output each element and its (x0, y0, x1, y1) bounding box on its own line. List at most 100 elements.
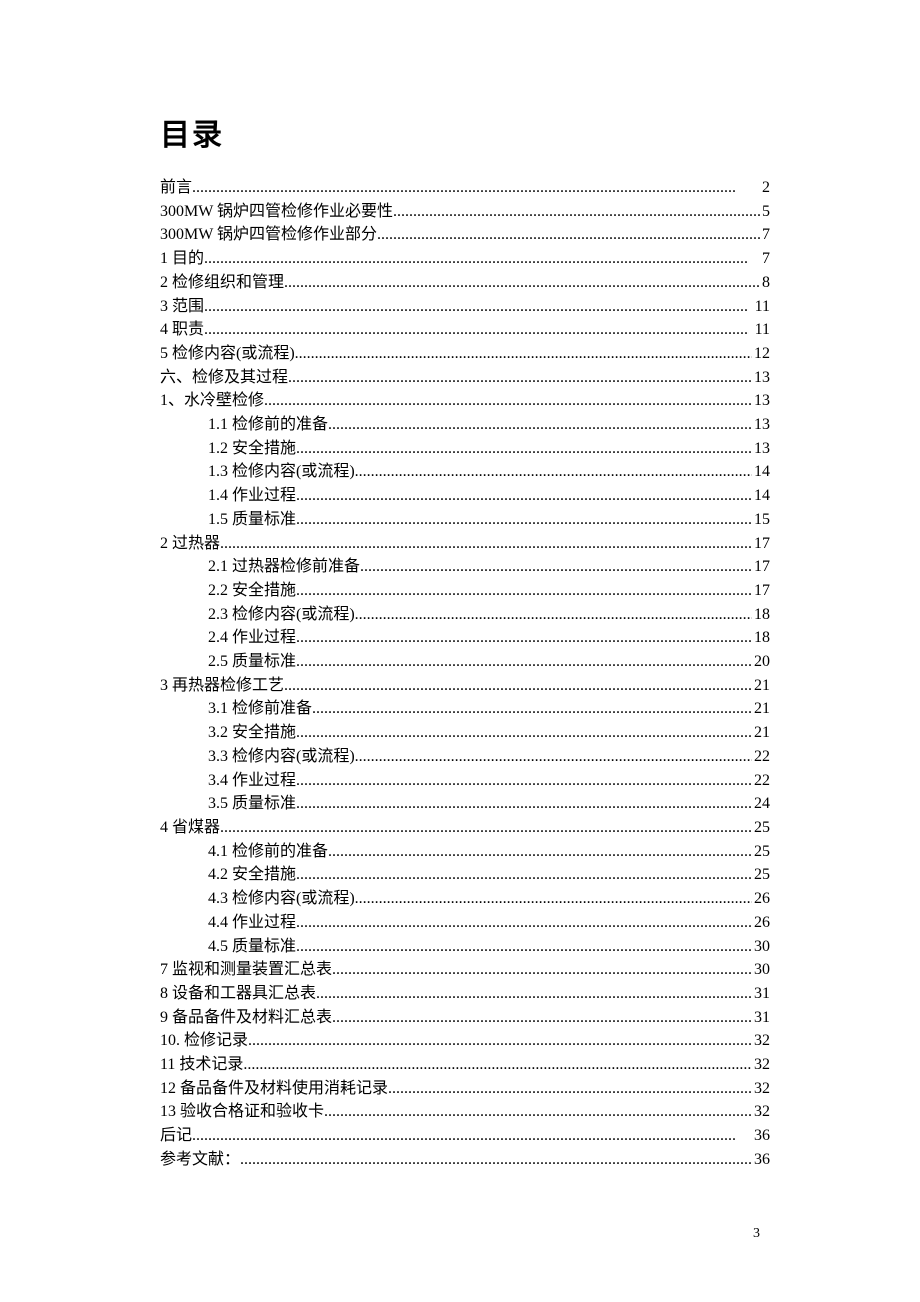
toc-dot-leader (355, 745, 752, 769)
toc-dot-leader (296, 863, 752, 887)
toc-dot-leader (296, 484, 752, 508)
toc-entry-label: 2.3 检修内容(或流程) (208, 603, 355, 627)
toc-entry-label: 4.1 检修前的准备 (208, 840, 328, 864)
page-number: 3 (753, 1226, 760, 1242)
toc-entry: 8 设备和工器具汇总表31 (160, 982, 770, 1006)
toc-entry-page: 18 (752, 603, 770, 627)
toc-entry-page: 17 (752, 579, 770, 603)
toc-entry-page: 26 (752, 911, 770, 935)
toc-entry: 2 检修组织和管理8 (160, 271, 770, 295)
toc-entry-label: 8 设备和工器具汇总表 (160, 982, 316, 1006)
toc-dot-leader (360, 555, 752, 579)
toc-entry-label: 后记 (160, 1124, 192, 1148)
toc-entry: 9 备品备件及材料汇总表31 (160, 1006, 770, 1030)
toc-entry: 4.5 质量标准30 (160, 935, 770, 959)
toc-heading: 目录 (160, 110, 770, 154)
toc-dot-leader (284, 271, 760, 295)
toc-entry: 3.4 作业过程22 (160, 769, 770, 793)
toc-entry-label: 3.4 作业过程 (208, 769, 296, 793)
toc-entry: 2.1 过热器检修前准备 17 (160, 555, 770, 579)
toc-entry-page: 26 (752, 887, 770, 911)
toc-dot-leader (295, 342, 752, 366)
toc-entry-page: 25 (752, 840, 770, 864)
toc-entry-page: 14 (752, 484, 770, 508)
toc-entry-page: 36 (752, 1148, 770, 1172)
toc-entry-label: 5 检修内容(或流程) (160, 342, 295, 366)
toc-entry-page: 22 (752, 745, 770, 769)
toc-dot-leader (288, 366, 752, 390)
toc-entry-page: 21 (752, 697, 770, 721)
toc-entry-page: 18 (752, 626, 770, 650)
toc-dot-leader (324, 1100, 752, 1124)
toc-entry-label: 2 检修组织和管理 (160, 271, 284, 295)
toc-entry-label: 4 职责 (160, 318, 204, 342)
toc-entry-label: 2.5 质量标准 (208, 650, 296, 674)
toc-entry-page: 15 (752, 508, 770, 532)
toc-entry: 2 过热器17 (160, 532, 770, 556)
toc-dot-leader (316, 982, 752, 1006)
toc-dot-leader (296, 650, 752, 674)
toc-dot-leader (204, 295, 753, 319)
toc-entry: 10. 检修记录32 (160, 1029, 770, 1053)
toc-dot-leader (220, 816, 752, 840)
toc-dot-leader (204, 247, 760, 271)
toc-dot-leader (328, 413, 752, 437)
toc-dot-leader (393, 200, 760, 224)
toc-entry-page: 12 (752, 342, 770, 366)
toc-entry: 六、检修及其过程13 (160, 366, 770, 390)
toc-dot-leader (377, 223, 760, 247)
toc-entry: 4.3 检修内容(或流程)26 (160, 887, 770, 911)
toc-entry-page: 32 (752, 1100, 770, 1124)
toc-entry-label: 3.5 质量标准 (208, 792, 296, 816)
toc-entry-label: 12 备品备件及材料使用消耗记录 (160, 1077, 388, 1101)
toc-dot-leader (264, 389, 752, 413)
toc-entry-page: 25 (752, 863, 770, 887)
toc-entry-label: 前言 (160, 176, 192, 200)
toc-dot-leader (296, 579, 752, 603)
toc-entry-label: 2 过热器 (160, 532, 220, 556)
toc-entry: 3.1 检修前准备21 (160, 697, 770, 721)
toc-entry: 参考文献：36 (160, 1148, 770, 1172)
toc-entry-label: 3 再热器检修工艺 (160, 674, 284, 698)
toc-dot-leader (355, 603, 752, 627)
toc-dot-leader (243, 1053, 752, 1077)
toc-entry: 11 技术记录32 (160, 1053, 770, 1077)
toc-entry-label: 2.1 过热器检修前准备 (208, 555, 360, 579)
toc-entry-label: 3.3 检修内容(或流程) (208, 745, 355, 769)
toc-entry: 4.1 检修前的准备 25 (160, 840, 770, 864)
toc-entry-page: 17 (752, 555, 770, 579)
toc-entry-label: 1.2 安全措施 (208, 437, 296, 461)
toc-entry: 前言2 (160, 176, 770, 200)
toc-entry-label: 1.4 作业过程 (208, 484, 296, 508)
toc-entry-label: 1 目的 (160, 247, 204, 271)
toc-entry-page: 13 (752, 389, 770, 413)
toc-entry-page: 14 (752, 460, 770, 484)
toc-entry: 7 监视和测量装置汇总表30 (160, 958, 770, 982)
toc-entry-page: 13 (752, 437, 770, 461)
toc-entry-page: 11 (753, 318, 770, 342)
toc-entry: 3.3 检修内容(或流程) 22 (160, 745, 770, 769)
toc-dot-leader (332, 1006, 752, 1030)
toc-entry: 12 备品备件及材料使用消耗记录32 (160, 1077, 770, 1101)
toc-dot-leader (296, 792, 752, 816)
toc-entry: 2.5 质量标准20 (160, 650, 770, 674)
toc-entry: 3.5 质量标准24 (160, 792, 770, 816)
toc-entry-label: 2.2 安全措施 (208, 579, 296, 603)
toc-entry: 3.2 安全措施21 (160, 721, 770, 745)
toc-dot-leader (248, 1029, 752, 1053)
toc-entry-page: 13 (752, 413, 770, 437)
toc-dot-leader (296, 437, 752, 461)
toc-entry: 5 检修内容(或流程) 12 (160, 342, 770, 366)
toc-entry: 2.4 作业过程18 (160, 626, 770, 650)
toc-entry-label: 3.2 安全措施 (208, 721, 296, 745)
toc-entry-label: 1.5 质量标准 (208, 508, 296, 532)
toc-entry-page: 7 (760, 223, 770, 247)
toc-dot-leader (388, 1077, 752, 1101)
toc-entry-label: 六、检修及其过程 (160, 366, 288, 390)
toc-entry-label: 300MW 锅炉四管检修作业必要性 (160, 200, 393, 224)
toc-dot-leader (296, 626, 752, 650)
toc-entry: 1.2 安全措施 13 (160, 437, 770, 461)
toc-entry: 1.4 作业过程 14 (160, 484, 770, 508)
toc-list: 前言2300MW 锅炉四管检修作业必要性5300MW 锅炉四管检修作业部分71 … (160, 176, 770, 1172)
toc-entry-page: 31 (752, 1006, 770, 1030)
